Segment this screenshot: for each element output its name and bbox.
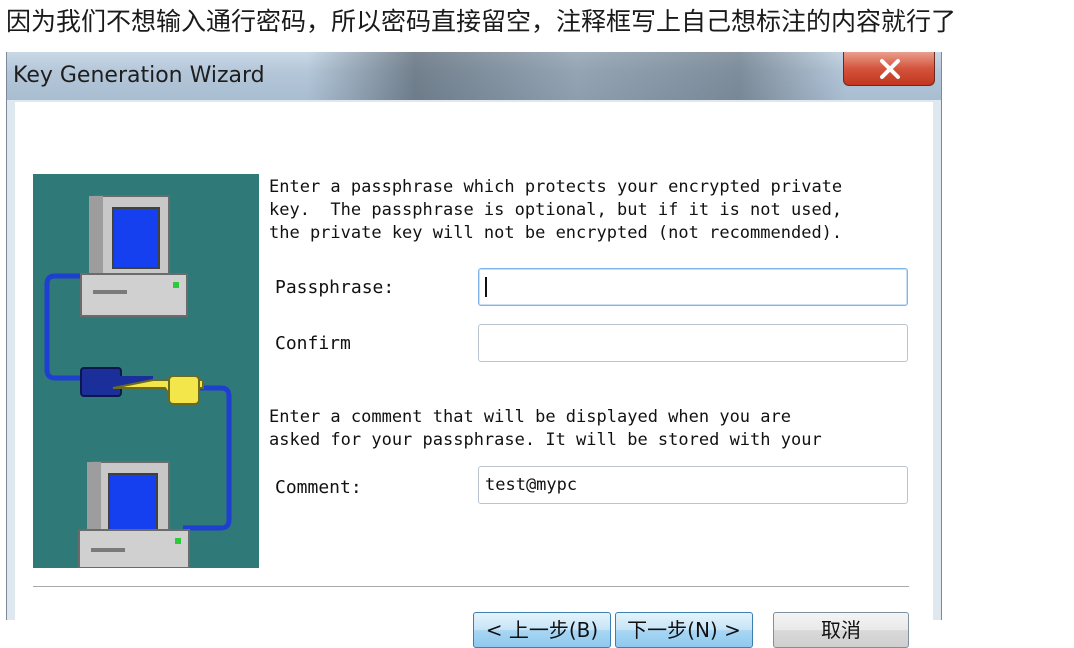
back-button[interactable]: < 上一步(B) [473,612,611,648]
comment-label: Comment: [275,477,362,498]
comment-input[interactable]: test@mypc [478,466,908,504]
title-bar[interactable]: Key Generation Wizard [7,52,941,100]
cancel-button[interactable]: 取消 [773,612,909,648]
key-generation-wizard-window: Key Generation Wizard Enter a passphrase… [6,52,942,648]
close-button[interactable] [843,52,935,86]
window-title: Key Generation Wizard [13,63,265,88]
title-bar-glass [307,52,847,100]
computer-top-icon [80,195,188,317]
computer-bottom-icon [78,461,190,569]
passphrase-instructions: Enter a passphrase which protects your e… [269,177,843,243]
passphrase-label: Passphrase: [275,277,395,298]
key-icon [80,367,204,405]
text-caret [485,277,487,297]
confirm-label: Confirm [275,333,351,354]
wizard-client-area: Enter a passphrase which protects your e… [15,102,933,648]
separator-line [33,586,909,590]
next-button[interactable]: 下一步(N) > [615,612,753,648]
comment-value: test@mypc [485,475,578,495]
confirm-input[interactable] [478,324,908,362]
caption-text: 因为我们不想输入通行密码，所以密码直接留空，注释框写上自己想标注的内容就行了 [6,7,957,36]
passphrase-input[interactable] [478,268,908,306]
comment-instructions: Enter a comment that will be displayed w… [269,407,822,450]
close-icon [880,59,900,79]
wizard-illustration [33,174,259,569]
